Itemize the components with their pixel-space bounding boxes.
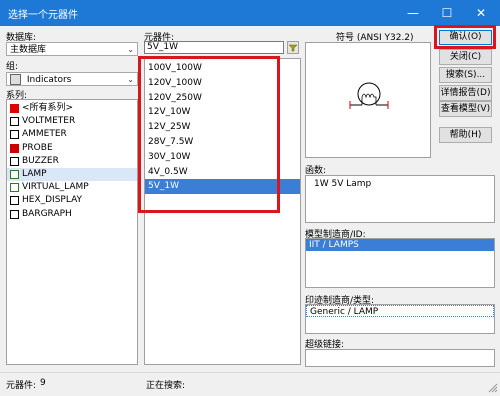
component-count-label: 元器件: xyxy=(6,381,37,391)
buzzer-icon xyxy=(10,156,19,166)
minimize-button[interactable]: — xyxy=(396,0,430,26)
model-manufacturer-item[interactable]: IIT / LAMPS xyxy=(306,239,494,251)
search-button[interactable]: 搜索(S)... xyxy=(439,67,492,83)
series-item-label: HEX_DISPLAY xyxy=(22,195,83,206)
probe-icon xyxy=(10,143,19,153)
resize-grip-icon[interactable] xyxy=(488,383,498,393)
database-value: 主数据库 xyxy=(10,45,47,55)
window-title: 选择一个元器件 xyxy=(8,10,78,21)
series-item[interactable]: <所有系列> xyxy=(7,102,137,115)
group-label: 组: xyxy=(6,62,19,72)
searching-label: 正在搜索: xyxy=(146,381,186,391)
view-model-button[interactable]: 查看模型(V) xyxy=(439,101,492,117)
voltmeter-icon xyxy=(10,117,19,127)
all-series-icon xyxy=(10,104,19,114)
hyperlink-field xyxy=(305,349,495,367)
series-item[interactable]: LAMP xyxy=(7,167,137,182)
model-manufacturer-list[interactable]: IIT / LAMPS xyxy=(305,238,495,288)
series-item-label: VOLTMETER xyxy=(22,116,76,127)
help-button[interactable]: 帮助(H) xyxy=(439,127,492,143)
bargraph-icon xyxy=(10,209,19,219)
series-item[interactable]: AMMETER xyxy=(7,128,137,141)
function-field: 1W 5V Lamp xyxy=(305,175,495,223)
series-item[interactable]: PROBE xyxy=(7,142,137,155)
ok-button[interactable]: 确认(O) xyxy=(439,30,492,45)
group-select[interactable]: Indicators ⌄ xyxy=(6,72,138,86)
series-item-label: <所有系列> xyxy=(22,103,74,113)
ammeter-icon xyxy=(10,130,19,140)
lamp-icon xyxy=(10,170,19,180)
virtual-lamp-icon xyxy=(10,183,19,193)
title-bar: 选择一个元器件 — ☐ ✕ xyxy=(0,0,500,26)
component-highlight-box xyxy=(138,56,280,213)
series-item-label: BARGRAPH xyxy=(22,208,72,219)
lamp-symbol-icon xyxy=(349,82,389,109)
footprint-list[interactable]: Generic / LAMP xyxy=(305,304,495,334)
function-value: 1W 5V Lamp xyxy=(314,179,372,189)
series-item-label: PROBE xyxy=(22,142,53,153)
series-item-label: AMMETER xyxy=(22,129,67,140)
status-divider xyxy=(0,372,500,373)
indicators-icon xyxy=(10,74,21,85)
series-item-label: LAMP xyxy=(22,168,47,179)
series-item[interactable]: HEX_DISPLAY xyxy=(7,194,137,207)
symbol-preview xyxy=(305,42,431,158)
series-item[interactable]: VIRTUAL_LAMP xyxy=(7,181,137,194)
series-item-label: VIRTUAL_LAMP xyxy=(22,182,89,193)
footprint-item[interactable]: Generic / LAMP xyxy=(306,305,494,317)
filter-icon[interactable] xyxy=(287,41,299,54)
close-window-button[interactable]: ✕ xyxy=(464,0,498,26)
hex-display-icon xyxy=(10,196,19,206)
series-list[interactable]: <所有系列> VOLTMETER AMMETER PROBE BUZZER LAMP VIR… xyxy=(6,99,138,365)
detail-report-button[interactable]: 详情报告(D) xyxy=(439,85,492,101)
maximize-button[interactable]: ☐ xyxy=(430,0,464,26)
series-item[interactable]: BARGRAPH xyxy=(7,208,137,221)
component-count: 9 xyxy=(40,378,46,388)
database-select[interactable]: 主数据库 ⌄ xyxy=(6,42,138,56)
component-search-input[interactable]: 5V_1W xyxy=(144,41,284,54)
series-item-label: BUZZER xyxy=(22,155,59,166)
close-button[interactable]: 关闭(C) xyxy=(439,49,492,65)
series-item[interactable]: VOLTMETER xyxy=(7,115,137,128)
series-item[interactable]: BUZZER xyxy=(7,155,137,168)
component-search-value: 5V_1W xyxy=(147,42,179,52)
group-value: Indicators xyxy=(26,75,72,85)
chevron-down-icon: ⌄ xyxy=(127,45,134,54)
chevron-down-icon: ⌄ xyxy=(127,75,134,84)
